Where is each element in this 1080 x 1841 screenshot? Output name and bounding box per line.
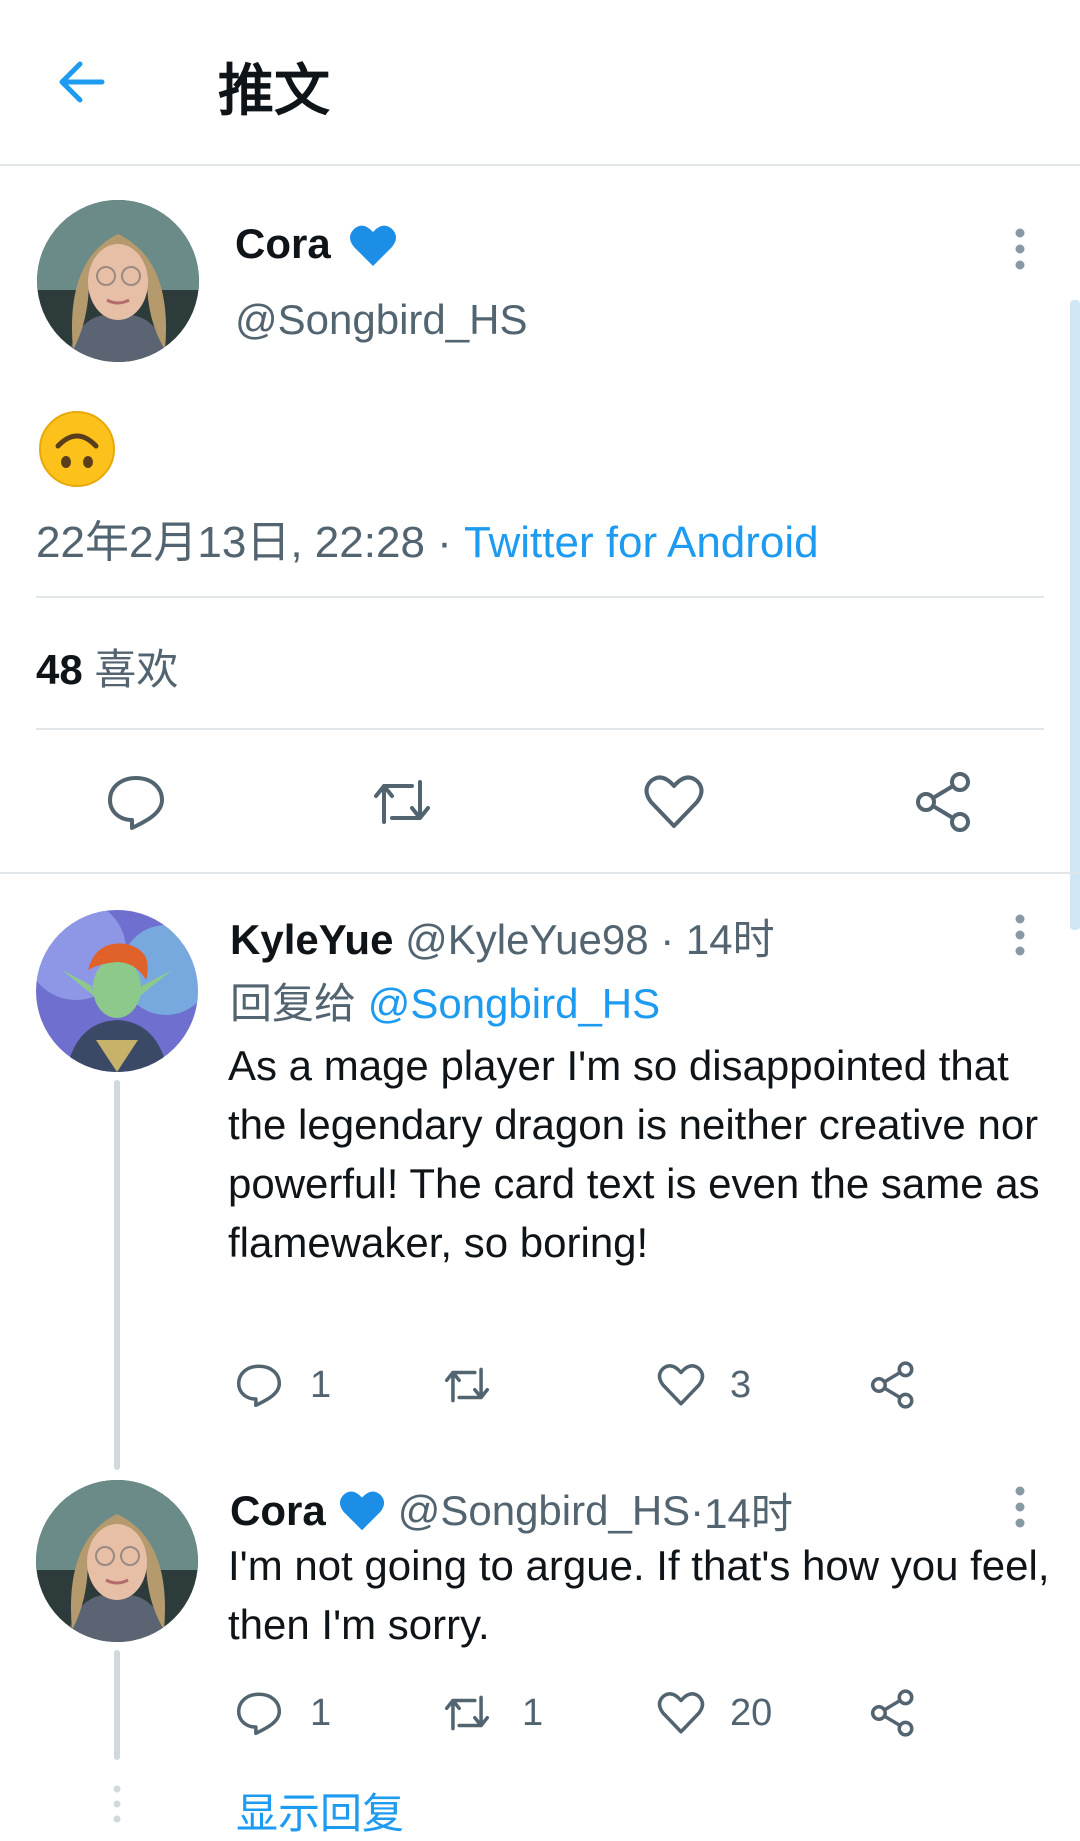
like-count: 20 — [730, 1692, 773, 1734]
divider — [36, 596, 1044, 598]
reply-time: 14时 — [704, 1490, 793, 1537]
divider — [36, 728, 1044, 730]
avatar[interactable] — [37, 200, 199, 362]
reply-time: 14时 — [685, 916, 775, 963]
upside-down-face-emoji — [38, 410, 116, 488]
blue-heart-icon — [348, 221, 398, 271]
more-vertical-icon[interactable] — [1006, 226, 1034, 272]
share-icon[interactable] — [912, 770, 976, 834]
avatar[interactable] — [36, 1480, 198, 1642]
thread-line — [114, 1080, 120, 1470]
author-handle[interactable]: @Songbird_HS — [398, 1487, 690, 1535]
more-vertical-icon[interactable] — [1006, 912, 1034, 958]
reply-count: 1 — [310, 1692, 332, 1734]
reply-header: KyleYue @KyleYue98 · 14时 — [230, 906, 775, 967]
reply-count: 1 — [310, 1364, 332, 1406]
replying-to: 回复给 @Songbird_HS — [230, 970, 660, 1031]
reply-icon[interactable] — [234, 1360, 284, 1410]
tweet-meta: 22年2月13日, 22:28 · Twitter for Android — [36, 506, 819, 570]
author-handle[interactable]: @Songbird_HS — [235, 296, 527, 344]
replying-to-label: 回复给 — [230, 980, 357, 1027]
avatar[interactable] — [36, 910, 198, 1072]
back-arrow-icon[interactable] — [52, 52, 112, 112]
like-icon[interactable] — [642, 770, 706, 834]
like-count: 3 — [730, 1364, 752, 1406]
share-icon[interactable] — [868, 1360, 918, 1410]
reply-icon[interactable] — [104, 770, 168, 834]
reply-header: Cora @Songbird_HS · 14时 — [230, 1480, 793, 1541]
replying-to-handle[interactable]: @Songbird_HS — [368, 980, 660, 1027]
blue-heart-icon — [338, 1487, 386, 1535]
like-icon[interactable] — [656, 1688, 706, 1738]
more-vertical-icon[interactable] — [1006, 1484, 1034, 1530]
retweet-count: 1 — [522, 1692, 544, 1734]
meta-separator: · — [690, 1486, 705, 1534]
retweet-icon[interactable] — [442, 1688, 492, 1738]
likes-stat[interactable]: 48 喜欢 — [36, 636, 178, 697]
thread-continuation-dots — [111, 1784, 123, 1824]
author-name[interactable]: KyleYue — [230, 916, 393, 963]
likes-label: 喜欢 — [94, 646, 179, 693]
reply-text: I'm not going to argue. If that's how yo… — [228, 1542, 1050, 1648]
meta-separator: · — [648, 916, 686, 963]
page-title: 推文 — [218, 59, 330, 122]
divider — [0, 872, 1080, 874]
tweet-timestamp: 22年2月13日, 22:28 — [36, 518, 425, 567]
likes-count: 48 — [36, 646, 83, 693]
top-app-bar — [0, 0, 1080, 166]
share-icon[interactable] — [868, 1688, 918, 1738]
tweet-source-link[interactable]: Twitter for Android — [464, 518, 819, 567]
retweet-icon[interactable] — [442, 1360, 492, 1410]
author-name[interactable]: Cora — [230, 1487, 326, 1535]
show-replies-link[interactable]: 显示回复 — [236, 1780, 404, 1841]
meta-separator: · — [424, 518, 465, 567]
author-name[interactable]: Cora — [235, 220, 331, 268]
author-handle[interactable]: @KyleYue98 — [405, 916, 648, 963]
thread-line — [114, 1650, 120, 1760]
scrollbar[interactable] — [1070, 300, 1080, 930]
reply-text: As a mage player I'm so disappointed tha… — [228, 1042, 1040, 1266]
retweet-icon[interactable] — [370, 770, 434, 834]
reply-icon[interactable] — [234, 1688, 284, 1738]
like-icon[interactable] — [656, 1360, 706, 1410]
